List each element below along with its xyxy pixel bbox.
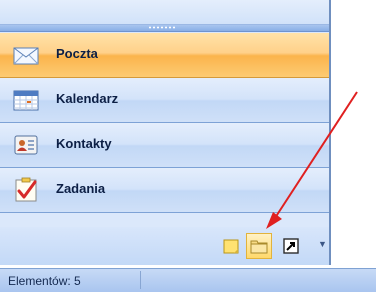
annotation-arrow	[266, 91, 358, 229]
